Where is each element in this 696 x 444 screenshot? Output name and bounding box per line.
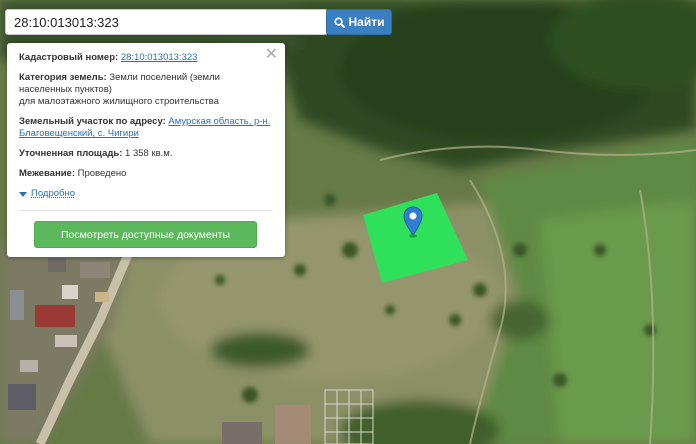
cadastral-number-row: Кадастровый номер: 28:10:013013:323 xyxy=(19,52,273,64)
survey-row: Межевание: Проведено xyxy=(19,168,273,180)
address-link-2[interactable]: Благовещенский, с. Чигири xyxy=(19,128,139,139)
view-documents-button[interactable]: Посмотреть доступные документы xyxy=(34,221,257,248)
survey-value: Проведено xyxy=(75,168,127,179)
area-value: 1 358 кв.м. xyxy=(122,148,173,159)
area-row: Уточненная площадь: 1 358 кв.м. xyxy=(19,148,273,160)
address-label: Земельный участок по адресу: xyxy=(19,116,166,127)
card-divider xyxy=(19,210,273,211)
land-category-value-3: для малоэтажного жилищного строительства xyxy=(19,96,219,107)
address-link-1[interactable]: Амурская область, р-н. xyxy=(168,116,270,127)
survey-label: Межевание: xyxy=(19,168,75,179)
details-link[interactable]: Подробно xyxy=(31,188,75,200)
search-button[interactable]: Найти xyxy=(326,9,392,35)
land-category-label: Категория земель: xyxy=(19,72,107,83)
address-row: Земельный участок по адресу: Амурская об… xyxy=(19,116,273,140)
cadastral-number-link[interactable]: 28:10:013013:323 xyxy=(121,52,198,63)
details-toggle[interactable]: Подробно xyxy=(19,188,273,200)
search-icon xyxy=(333,16,345,28)
caret-down-icon xyxy=(19,191,27,197)
land-category-row: Категория земель: Земли поселений (земли… xyxy=(19,72,273,108)
cadastral-number-label: Кадастровый номер: xyxy=(19,52,119,63)
map-marker-icon[interactable] xyxy=(402,206,424,238)
area-label: Уточненная площадь: xyxy=(19,148,123,159)
close-icon[interactable]: ✕ xyxy=(265,47,278,63)
cadastral-search-input[interactable] xyxy=(5,9,328,35)
land-category-value-1: Земли поселений (земли xyxy=(106,72,220,83)
search-button-label: Найти xyxy=(348,15,385,29)
land-category-value-2: населенных пунктов) xyxy=(19,84,112,95)
parcel-info-card: ✕ Кадастровый номер: 28:10:013013:323 Ка… xyxy=(7,43,285,257)
